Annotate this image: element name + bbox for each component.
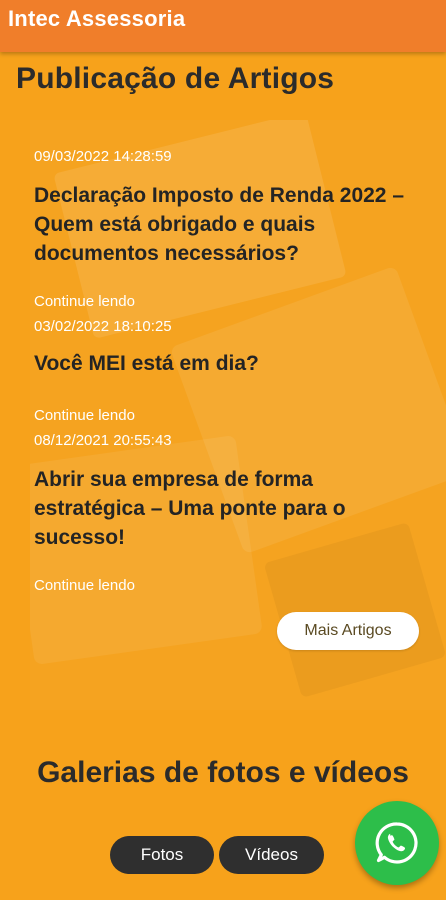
article-title[interactable]: Você MEI está em dia? xyxy=(34,349,414,378)
app-bar: Intec Assessoria xyxy=(0,0,446,52)
whatsapp-button[interactable] xyxy=(355,801,439,885)
article-item: 03/02/2022 18:10:25 Você MEI está em dia… xyxy=(34,318,414,424)
more-articles-button[interactable]: Mais Artigos xyxy=(277,612,419,650)
article-title[interactable]: Abrir sua empresa de forma estratégica –… xyxy=(34,465,414,552)
article-item: 08/12/2021 20:55:43 Abrir sua empresa de… xyxy=(34,432,414,594)
photos-button[interactable]: Fotos xyxy=(110,836,214,874)
continue-reading-link[interactable]: Continue lendo xyxy=(34,577,135,595)
article-date: 08/12/2021 20:55:43 xyxy=(34,432,172,449)
gallery-section-title: Galerias de fotos e vídeos xyxy=(37,756,409,789)
app-title: Intec Assessoria xyxy=(8,6,186,31)
continue-reading-link[interactable]: Continue lendo xyxy=(34,293,135,311)
whatsapp-icon xyxy=(375,822,418,864)
article-title[interactable]: Declaração Imposto de Renda 2022 – Quem … xyxy=(34,181,414,268)
article-date: 03/02/2022 18:10:25 xyxy=(34,318,172,335)
article-item: 09/03/2022 14:28:59 Declaração Imposto d… xyxy=(34,148,414,310)
articles-section-title: Publicação de Artigos xyxy=(16,62,335,95)
continue-reading-link[interactable]: Continue lendo xyxy=(34,407,135,425)
videos-button[interactable]: Vídeos xyxy=(219,836,324,874)
article-date: 09/03/2022 14:28:59 xyxy=(34,148,172,165)
